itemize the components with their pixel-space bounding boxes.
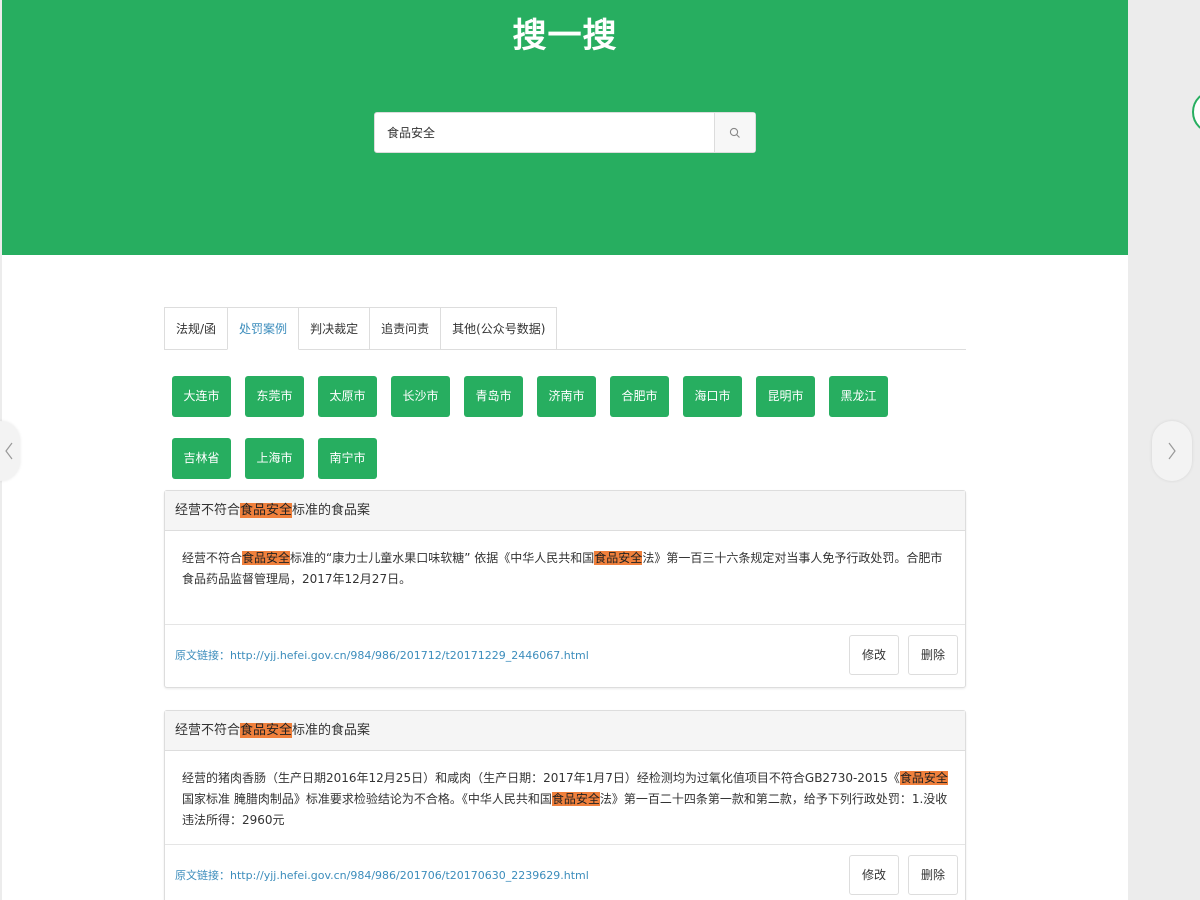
- case-title: 经营不符合食品安全标准的食品案: [165, 491, 965, 531]
- case-title: 经营不符合食品安全标准的食品案: [165, 711, 965, 751]
- chevron-right-icon: [1168, 442, 1176, 460]
- edit-button[interactable]: 修改: [848, 635, 899, 675]
- city-button-kunming[interactable]: 昆明市: [756, 376, 815, 417]
- search-button[interactable]: [714, 113, 755, 152]
- case-card: 经营不符合食品安全标准的食品案 经营的猪肉香肠（生产日期2016年12月25日）…: [164, 710, 966, 900]
- case-title-text: 标准的食品案: [292, 503, 371, 518]
- search-box: [374, 112, 756, 153]
- tab-penalty-cases[interactable]: 处罚案例: [227, 307, 300, 350]
- keyword-highlight: 食品安全: [240, 723, 293, 738]
- page: 搜一搜 法规/函 处罚案例 判决裁定 追责问责 其他(公众号数据) 大连市 东莞…: [2, 0, 1128, 900]
- city-button-jilin[interactable]: 吉林省: [172, 438, 231, 479]
- source-label: 原文链接：: [175, 649, 230, 662]
- city-button-nanning[interactable]: 南宁市: [318, 438, 377, 479]
- delete-button[interactable]: 删除: [907, 635, 958, 675]
- case-title-text: 经营不符合: [175, 723, 241, 738]
- keyword-highlight: 食品安全: [242, 551, 291, 565]
- source-link[interactable]: http://yjj.hefei.gov.cn/984/986/201712/t…: [230, 649, 589, 662]
- city-button-qingdao[interactable]: 青岛市: [464, 376, 523, 417]
- tab-judgments[interactable]: 判决裁定: [298, 307, 371, 349]
- case-summary: 经营不符合食品安全标准的“康力士儿童水果口味软糖” 依据《中华人民共和国食品安全…: [165, 531, 965, 625]
- city-button-dalian[interactable]: 大连市: [172, 376, 231, 417]
- search-input[interactable]: [375, 113, 714, 152]
- keyword-highlight: 食品安全: [899, 771, 948, 785]
- delete-button[interactable]: 删除: [907, 855, 958, 895]
- keyword-highlight: 食品安全: [240, 503, 293, 518]
- source-link[interactable]: http://yjj.hefei.gov.cn/984/986/201706/t…: [230, 869, 589, 882]
- case-summary: 经营的猪肉香肠（生产日期2016年12月25日）和咸肉（生产日期：2017年1月…: [165, 751, 965, 845]
- tab-regulations[interactable]: 法规/函: [164, 307, 229, 349]
- city-filter: 大连市 东莞市 太原市 长沙市 青岛市 济南市 合肥市 海口市 昆明市 黑龙江 …: [172, 376, 912, 500]
- floating-action-button[interactable]: [1192, 90, 1200, 134]
- case-title-text: 标准的食品案: [292, 723, 371, 738]
- city-button-hefei[interactable]: 合肥市: [610, 376, 669, 417]
- case-footer: 原文链接：http://yjj.hefei.gov.cn/984/986/201…: [165, 625, 965, 687]
- category-tabs: 法规/函 处罚案例 判决裁定 追责问责 其他(公众号数据): [164, 307, 966, 350]
- source-label: 原文链接：: [175, 869, 230, 882]
- city-button-heilongjiang[interactable]: 黑龙江: [829, 376, 888, 417]
- keyword-highlight: 食品安全: [551, 792, 600, 806]
- case-footer: 原文链接：http://yjj.hefei.gov.cn/984/986/201…: [165, 845, 965, 900]
- case-summary-text: 国家标准 腌腊肉制品》标准要求检验结论为不合格。《中华人民共和国: [182, 792, 552, 806]
- page-title: 搜一搜: [512, 16, 618, 56]
- next-slide-button[interactable]: [1152, 421, 1192, 481]
- city-button-jinan[interactable]: 济南市: [537, 376, 596, 417]
- city-button-dongguan[interactable]: 东莞市: [245, 376, 304, 417]
- city-button-changsha[interactable]: 长沙市: [391, 376, 450, 417]
- search-hero: 搜一搜: [2, 0, 1128, 255]
- edit-button[interactable]: 修改: [848, 855, 899, 895]
- search-icon: [729, 127, 740, 138]
- tab-accountability[interactable]: 追责问责: [369, 307, 442, 349]
- tab-other[interactable]: 其他(公众号数据): [440, 307, 558, 349]
- city-button-taiyuan[interactable]: 太原市: [318, 376, 377, 417]
- case-card: 经营不符合食品安全标准的食品案 经营不符合食品安全标准的“康力士儿童水果口味软糖…: [164, 490, 966, 688]
- city-button-shanghai[interactable]: 上海市: [245, 438, 304, 479]
- case-title-text: 经营不符合: [175, 503, 241, 518]
- city-button-haikou[interactable]: 海口市: [683, 376, 742, 417]
- keyword-highlight: 食品安全: [594, 551, 643, 565]
- case-summary-text: 标准的“康力士儿童水果口味软糖” 依据《中华人民共和国: [290, 551, 595, 565]
- case-summary-text: 经营不符合: [182, 551, 243, 565]
- case-summary-text: 经营的猪肉香肠（生产日期2016年12月25日）和咸肉（生产日期：2017年1月…: [182, 771, 900, 785]
- chevron-left-icon: [5, 442, 13, 460]
